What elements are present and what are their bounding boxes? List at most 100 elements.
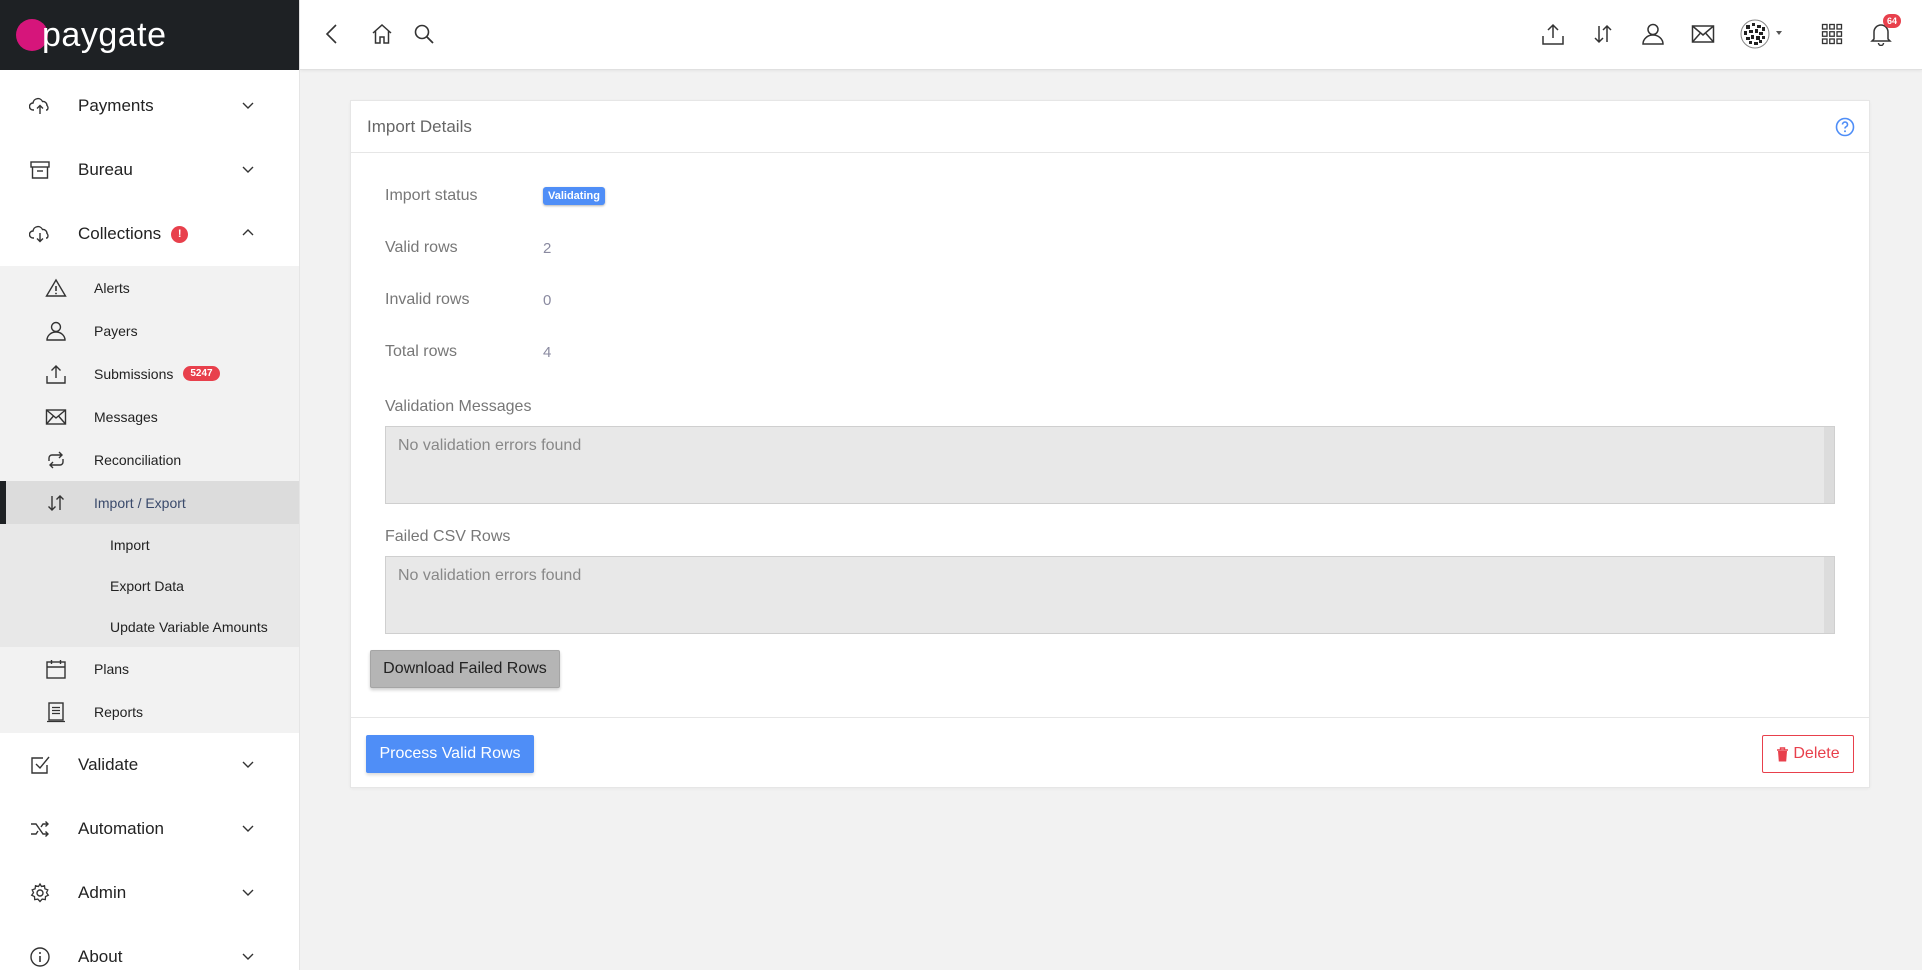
notifications-badge: 64 <box>1882 14 1901 28</box>
sidebar-item-import-export[interactable]: Import / Export <box>0 481 299 524</box>
sidebar-item-label: Reports <box>94 703 144 720</box>
card-footer: Process Valid Rows Delete <box>351 717 1869 789</box>
sidebar-item-collections[interactable]: Collections ! <box>0 202 299 266</box>
field-label: Import status <box>385 187 478 204</box>
validation-messages-box[interactable]: No validation errors found <box>385 426 1835 504</box>
back-icon[interactable] <box>318 20 346 48</box>
upload-icon[interactable] <box>1539 20 1567 48</box>
shuffle-icon <box>28 817 52 841</box>
invalid-rows-row: Invalid rows 0 <box>385 291 551 309</box>
chevron-down-icon <box>241 885 255 899</box>
chevron-down-icon <box>241 98 255 112</box>
sidebar-item-label: Admin <box>78 883 127 902</box>
import-export-icon <box>44 491 68 515</box>
paygate-logo[interactable]: paygate <box>16 16 167 55</box>
sidebar-item-submissions[interactable]: Submissions 5247 <box>0 352 299 395</box>
valid-rows-row: Valid rows 2 <box>385 239 551 257</box>
failed-csv-rows-label: Failed CSV Rows <box>385 528 511 545</box>
sidebar-item-alerts[interactable]: Alerts <box>0 266 299 309</box>
process-valid-rows-button[interactable]: Process Valid Rows <box>366 735 534 773</box>
warning-icon <box>44 276 68 300</box>
mail-icon[interactable] <box>1689 20 1717 48</box>
bell-icon[interactable]: 64 <box>1867 14 1901 48</box>
scrollbar[interactable] <box>1824 557 1834 633</box>
total-rows-row: Total rows 4 <box>385 343 551 361</box>
user-icon <box>44 319 68 343</box>
archive-icon <box>28 158 52 182</box>
sidebar-item-messages[interactable]: Messages <box>0 395 299 438</box>
user-icon[interactable] <box>1639 20 1667 48</box>
delete-button[interactable]: Delete <box>1762 735 1854 773</box>
sidebar-item-validate[interactable]: Validate <box>0 733 299 797</box>
sidebar-item-payments[interactable]: Payments <box>0 74 299 138</box>
logo-text: paygate <box>42 15 167 54</box>
chevron-down-icon <box>241 821 255 835</box>
sidebar-item-bureau[interactable]: Bureau <box>0 138 299 202</box>
sidebar-item-label: Plans <box>94 660 130 677</box>
upload-icon <box>44 362 68 386</box>
sidebar-item-label: Bureau <box>78 160 133 179</box>
sidebar-item-label: Collections <box>78 224 162 243</box>
sidebar-item-label: Reconciliation <box>94 451 182 468</box>
mail-icon <box>44 405 68 429</box>
info-icon <box>28 945 52 969</box>
refresh-icon <box>44 448 68 472</box>
sidebar-item-about[interactable]: About <box>0 925 299 970</box>
chevron-down-icon <box>241 949 255 963</box>
sidebar-item-label: Export Data <box>110 577 184 594</box>
sidebar-item-automation[interactable]: Automation <box>0 797 299 861</box>
topbar: 64 <box>300 0 1922 70</box>
field-label: Valid rows <box>385 239 458 256</box>
delete-label: Delete <box>1793 745 1840 762</box>
trash-icon <box>1776 746 1789 762</box>
sidebar-item-reconciliation[interactable]: Reconciliation <box>0 438 299 481</box>
logo-bar: paygate <box>0 0 299 70</box>
cloud-upload-icon <box>28 94 52 118</box>
submissions-count-badge: 5247 <box>183 366 220 381</box>
avatar[interactable] <box>1740 19 1788 49</box>
sidebar-item-label: Update Variable Amounts <box>110 618 268 635</box>
sidebar-item-payers[interactable]: Payers <box>0 309 299 352</box>
validation-messages-text: No validation errors found <box>398 437 582 454</box>
apps-grid-icon[interactable] <box>1818 20 1846 48</box>
home-icon[interactable] <box>368 20 396 48</box>
cloud-download-icon <box>28 222 52 246</box>
sidebar-item-import[interactable]: Import <box>0 524 299 565</box>
sidebar-item-export-data[interactable]: Export Data <box>0 565 299 606</box>
field-value: 2 <box>543 239 552 257</box>
field-label: Total rows <box>385 343 458 360</box>
sidebar-item-label: Validate <box>78 755 139 774</box>
card-header: Import Details <box>351 101 1869 153</box>
failed-csv-rows-box[interactable]: No validation errors found <box>385 556 1835 634</box>
chevron-down-icon <box>241 757 255 771</box>
validation-messages-label: Validation Messages <box>385 398 532 415</box>
sidebar-item-label: Submissions <box>94 365 174 382</box>
sidebar-item-plans[interactable]: Plans <box>0 647 299 690</box>
download-failed-rows-button[interactable]: Download Failed Rows <box>370 650 560 688</box>
chevron-down-icon <box>241 162 255 176</box>
page-title: Import Details <box>367 116 472 136</box>
calendar-icon <box>44 657 68 681</box>
gear-icon <box>28 881 52 905</box>
sidebar-item-reports[interactable]: Reports <box>0 690 299 733</box>
field-value: 0 <box>543 291 552 309</box>
help-icon[interactable] <box>1835 117 1855 137</box>
import-status-row: Import status Validating <box>385 187 605 205</box>
sidebar-item-admin[interactable]: Admin <box>0 861 299 925</box>
sidebar-item-label: Import / Export <box>94 494 186 511</box>
field-value: 4 <box>543 343 552 361</box>
alert-badge: ! <box>171 225 189 243</box>
sidebar-item-label: Import <box>110 536 150 553</box>
scrollbar[interactable] <box>1824 427 1834 503</box>
report-icon <box>44 700 68 724</box>
sidebar-item-label: Alerts <box>94 279 130 296</box>
sidebar-item-label: Messages <box>94 408 158 425</box>
status-badge: Validating <box>543 187 605 205</box>
checkbox-icon <box>28 753 52 777</box>
sidebar-item-update-variable-amounts[interactable]: Update Variable Amounts <box>0 606 299 647</box>
sidebar-item-label: Automation <box>78 819 164 838</box>
transfer-icon[interactable] <box>1589 20 1617 48</box>
sidebar-item-label: About <box>78 947 123 966</box>
sidebar: paygate Payments Bureau Collections ! Al… <box>0 0 300 970</box>
search-icon[interactable] <box>410 20 438 48</box>
